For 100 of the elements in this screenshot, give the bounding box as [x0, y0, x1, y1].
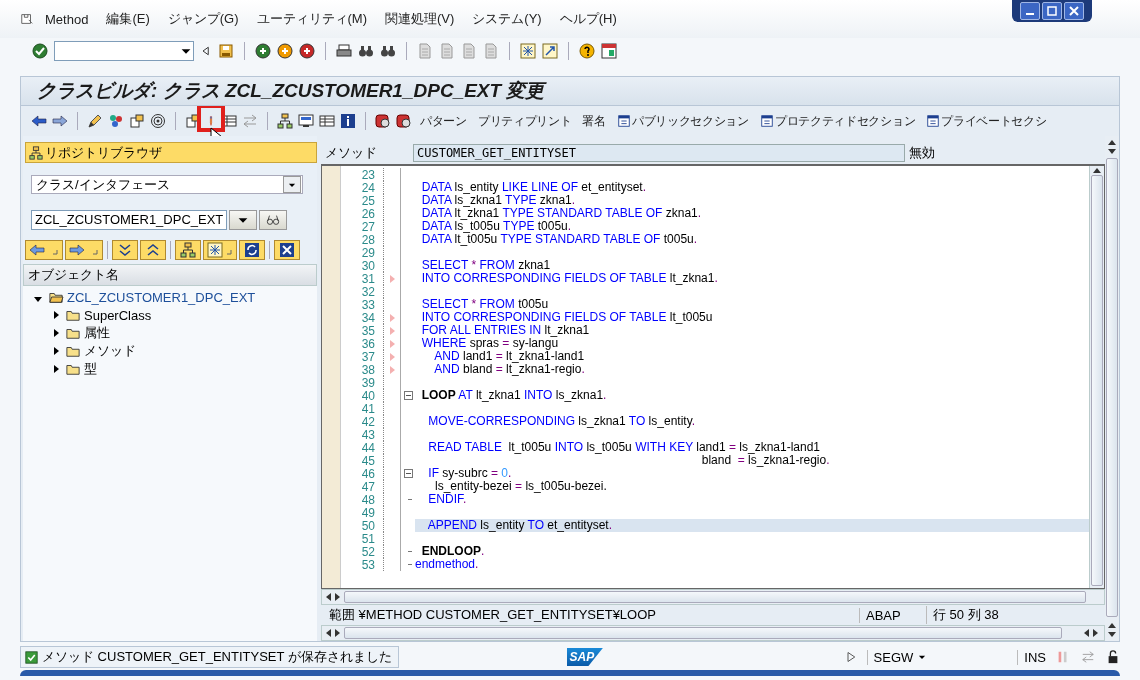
command-field[interactable] — [54, 41, 194, 61]
scrollbar[interactable] — [321, 589, 1105, 605]
expander-icon[interactable] — [54, 365, 59, 373]
display-button[interactable] — [259, 210, 287, 230]
hierarchy-button[interactable] — [175, 240, 201, 260]
close-browser-button[interactable] — [274, 240, 300, 260]
dropdown-button[interactable] — [229, 210, 257, 230]
back-button[interactable] — [25, 240, 63, 260]
line-number: 47 — [360, 479, 375, 494]
hierarchy-icon — [29, 145, 43, 160]
table-icon[interactable] — [319, 113, 335, 129]
section-button[interactable]: プライベートセクシ — [923, 110, 1050, 132]
menu-item[interactable]: システム(Y) — [465, 8, 549, 30]
code-line: bland = ls_zkna1-regio. — [700, 453, 830, 467]
triangle-left-icon[interactable] — [200, 43, 212, 59]
cursor-position: 行 50 列 38 — [926, 606, 999, 624]
object-type-dropdown[interactable]: クラス/インタフェース — [31, 175, 303, 194]
bars-icon — [1056, 650, 1070, 664]
tree-item[interactable]: ZCL_ZCUSTOMER1_DPC_EXT — [67, 289, 256, 305]
close-icon — [1069, 6, 1079, 16]
new-session-icon[interactable] — [520, 43, 536, 59]
pencil-icon[interactable] — [87, 113, 103, 129]
menu-icon[interactable] — [20, 12, 34, 26]
expand-button[interactable] — [140, 240, 166, 260]
find-next-icon[interactable] — [380, 43, 396, 59]
shortcut-icon[interactable] — [542, 43, 558, 59]
new-object-button[interactable] — [203, 240, 237, 260]
check-icon[interactable] — [32, 43, 48, 59]
hierarchy-icon — [179, 242, 197, 258]
print-icon[interactable] — [336, 43, 352, 59]
code-line: DATA ls_zkna1 TYPE zkna1. — [420, 193, 576, 207]
expander-icon[interactable] — [54, 329, 59, 337]
code-line: ENDLOOP. — [420, 544, 485, 558]
tree-item[interactable]: SuperClass — [84, 307, 152, 323]
expander-icon[interactable] — [54, 347, 59, 355]
line-number: 42 — [360, 414, 375, 429]
fold-icon[interactable] — [403, 391, 413, 400]
boxes-icon[interactable] — [129, 113, 145, 129]
menu-item[interactable]: ジャンプ(G) — [160, 8, 246, 30]
menu-item[interactable]: Method — [38, 9, 96, 29]
minimize-button[interactable] — [1020, 2, 1040, 20]
menu-item[interactable]: 関連処理(V) — [378, 8, 462, 30]
folder-icon — [65, 326, 81, 340]
object-name-field[interactable]: ZCL_ZCUSTOMER1_DPC_EXT — [31, 210, 227, 230]
method-field[interactable]: CUSTOMER_GET_ENTITYSET — [413, 144, 905, 162]
forward-arrow-icon[interactable] — [52, 113, 68, 129]
tree-item[interactable]: メソッド — [84, 342, 136, 360]
toolbar-button[interactable]: 署名 — [579, 110, 609, 132]
code-editor[interactable] — [321, 164, 1105, 589]
line-number: 41 — [360, 401, 375, 416]
save-icon[interactable] — [218, 43, 234, 59]
column-header: オブジェクト名 — [23, 264, 317, 286]
line-number: 24 — [360, 180, 375, 195]
scrollbar[interactable] — [321, 625, 1105, 641]
arrow-left-icon — [29, 242, 59, 258]
transaction-field[interactable]: SEGW — [866, 649, 928, 665]
expander-icon[interactable] — [54, 311, 59, 319]
menu-item[interactable]: 編集(E) — [99, 8, 157, 30]
line-number: 53 — [360, 557, 375, 572]
spiral-icon[interactable] — [150, 113, 166, 129]
fold-icon[interactable] — [403, 469, 413, 478]
layout-icon[interactable] — [601, 43, 617, 59]
info-icon[interactable] — [340, 113, 356, 129]
folder-icon — [65, 362, 81, 376]
input-mode: INS — [1017, 649, 1046, 665]
screen-icon[interactable] — [298, 113, 314, 129]
cancel-icon[interactable] — [299, 43, 315, 59]
exit-icon[interactable] — [277, 43, 293, 59]
method-label: メソッド — [324, 144, 378, 162]
method-status: 無効 — [909, 144, 935, 162]
back-icon[interactable] — [255, 43, 271, 59]
code-line: INTO CORRESPONDING FIELDS OF TABLE lt_zkna1. — [420, 271, 718, 285]
line-number: 40 — [360, 388, 375, 403]
section-button[interactable]: プロテクティドセクション — [756, 110, 919, 132]
menu-item[interactable]: ユーティリティ(M) — [249, 8, 374, 30]
back-arrow-icon[interactable] — [31, 113, 47, 129]
language-text: ABAP — [859, 607, 926, 623]
play-icon[interactable] — [844, 650, 857, 664]
refresh-button[interactable] — [239, 240, 265, 260]
collapse-button[interactable] — [112, 240, 138, 260]
code-line: AND land1 = lt_zkna1-land1 — [433, 349, 585, 363]
line-number: 26 — [360, 206, 375, 221]
code-line: APPEND ls_entity TO et_entityset. — [426, 518, 613, 532]
line-number: 37 — [360, 349, 375, 364]
expander-icon[interactable] — [34, 296, 42, 302]
lock-icon[interactable] — [1106, 650, 1120, 664]
tree-item[interactable]: 型 — [84, 360, 97, 378]
line-number: 45 — [360, 453, 375, 468]
forward-button[interactable] — [65, 240, 103, 260]
menu-item[interactable]: ヘルプ(H) — [552, 8, 624, 30]
scrollbar[interactable] — [1089, 166, 1104, 588]
toolbar-button[interactable]: パターン — [417, 110, 470, 132]
tree-item[interactable]: 属性 — [84, 324, 110, 342]
find-icon[interactable] — [358, 43, 374, 59]
hierarchy-icon[interactable] — [277, 113, 293, 129]
maximize-button[interactable] — [1042, 2, 1062, 20]
close-button[interactable] — [1064, 2, 1084, 20]
help-icon[interactable] — [579, 43, 595, 59]
section-button[interactable]: パブリックセクション — [613, 110, 752, 132]
toolbar-button[interactable]: プリティプリント — [474, 110, 575, 132]
